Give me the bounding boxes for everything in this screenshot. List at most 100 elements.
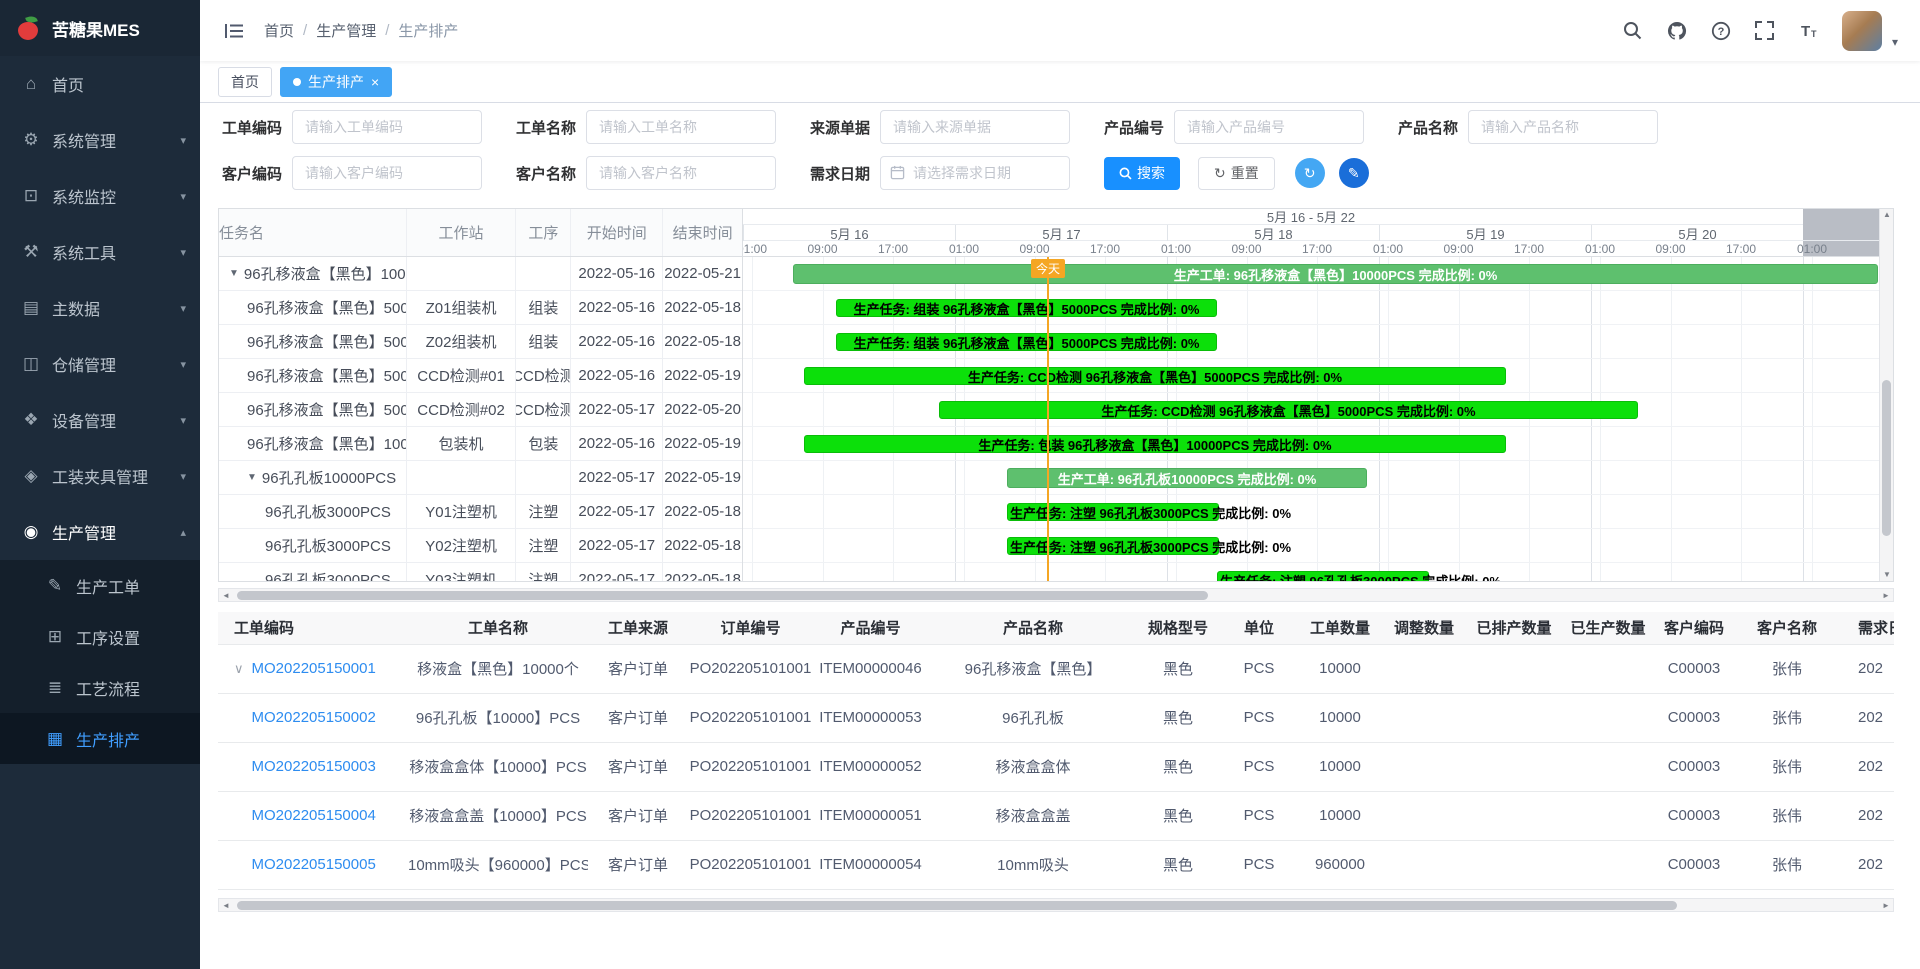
order-cell: PO202205101001 (688, 644, 813, 693)
gantt-bar[interactable]: 生产任务: CCD检测 96孔移液盒【黑色】5000PCS 完成比例: 0% (939, 401, 1638, 419)
gantt-bar[interactable]: 生产任务: CCD检测 96孔移液盒【黑色】5000PCS 完成比例: 0% (804, 367, 1506, 385)
customer-code-input[interactable] (292, 156, 482, 190)
sidebar-item-monitor[interactable]: ⊡系统监控▾ (0, 168, 200, 224)
gantt-bar[interactable]: 生产工单: 96孔移液盒【黑色】10000PCS 完成比例: 0% (793, 264, 1878, 284)
search-button[interactable]: 搜索 (1104, 157, 1180, 190)
sidebar-item-tools[interactable]: ⚒系统工具▾ (0, 224, 200, 280)
gantt-task-row[interactable]: 96孔移液盒【黑色】5000PCSCCD检测#02CCD检测2022-05-17… (219, 393, 742, 427)
order-cell: 张伟 (1732, 644, 1842, 693)
order-cell: 黑色 (1138, 644, 1218, 693)
fullscreen-icon[interactable] (1754, 20, 1776, 42)
github-icon[interactable] (1666, 20, 1688, 42)
order-row[interactable]: ∨MO20220515000296孔孔板【10000】PCS客户订单PO2022… (218, 693, 1894, 742)
scroll-up-icon[interactable]: ▲ (1880, 209, 1893, 221)
sidebar-item-warehouse[interactable]: ◫仓储管理▾ (0, 336, 200, 392)
font-size-icon[interactable]: TT (1798, 20, 1820, 42)
scroll-right-icon[interactable]: ► (1879, 589, 1893, 601)
work-order-name-input[interactable] (586, 110, 776, 144)
gantt-bar[interactable]: 生产工单: 96孔孔板10000PCS 完成比例: 0% (1007, 468, 1367, 488)
scroll-right-icon[interactable]: ► (1879, 899, 1893, 911)
gantt-task-row[interactable]: 96孔移液盒【黑色】5000PCSZ01组装机组装2022-05-162022-… (219, 291, 742, 325)
order-code-link[interactable]: MO202205150003 (252, 758, 376, 775)
orders-col-header: 工单来源 (588, 612, 688, 644)
customer-name-input[interactable] (586, 156, 776, 190)
order-code-link[interactable]: MO202205150002 (252, 709, 376, 726)
gantt-task-row[interactable]: 96孔移液盒【黑色】5000PCSZ02组装机组装2022-05-162022-… (219, 325, 742, 359)
gantt-bar[interactable]: 生产任务: 包装 96孔移液盒【黑色】10000PCS 完成比例: 0% (804, 435, 1506, 453)
sidebar-item-home[interactable]: ⌂首页 (0, 56, 200, 112)
work-order-code-input[interactable] (292, 110, 482, 144)
sidebar-item-fixture[interactable]: ◈工装夹具管理▾ (0, 448, 200, 504)
sidebar-subitem-schedule[interactable]: ▦生产排产 (0, 713, 200, 764)
warehouse-icon: ◫ (20, 354, 42, 374)
demand-date-input[interactable] (880, 156, 1070, 190)
avatar-caret-icon[interactable]: ▾ (1892, 35, 1898, 51)
gantt-bar[interactable]: 生产任务: 组装 96孔移液盒【黑色】5000PCS 完成比例: 0% (836, 299, 1217, 317)
collapse-icon[interactable]: ▼ (247, 472, 257, 483)
filter-row2: 客户编码客户名称需求日期 (222, 156, 1104, 190)
order-code-link[interactable]: MO202205150005 (252, 856, 376, 873)
sidebar-item-produce[interactable]: ◉生产管理▴ (0, 504, 200, 560)
order-row[interactable]: ∨MO20220515000510mm吸头【960000】PCS客户订单PO20… (218, 840, 1894, 889)
product-name-input[interactable] (1468, 110, 1658, 144)
order-row[interactable]: ∨MO202205150003移液盒盒体【10000】PCS客户订单PO2022… (218, 742, 1894, 791)
scrollbar-thumb[interactable] (1882, 380, 1891, 536)
orders-horizontal-scrollbar[interactable]: ◄ ► (218, 898, 1894, 912)
sidebar-subitem-process[interactable]: ⊞工序设置 (0, 611, 200, 662)
source-doc-input[interactable] (880, 110, 1070, 144)
order-cell (1380, 693, 1468, 742)
gantt-bar[interactable]: 生产任务: 注塑 96孔孔板3000PCS 完成比例: 0% (1007, 537, 1219, 555)
tab-close-icon[interactable]: × (371, 75, 379, 89)
breadcrumb-item[interactable]: 生产管理 (316, 20, 376, 41)
tab[interactable]: 生产排产× (280, 67, 392, 97)
help-icon[interactable]: ? (1710, 20, 1732, 42)
gantt-col-header: 工序 (516, 209, 571, 256)
sidebar-item-gear[interactable]: ⚙系统管理▾ (0, 112, 200, 168)
sidebar-toggle-icon[interactable] (222, 19, 246, 43)
sidebar-item-data[interactable]: ▤主数据▾ (0, 280, 200, 336)
sidebar-subitem-order[interactable]: ✎生产工单 (0, 560, 200, 611)
gantt-task-row[interactable]: 96孔孔板3000PCSY03注塑机注塑2022-05-172022-05-18 (219, 563, 742, 581)
gantt-task-row[interactable]: 96孔孔板3000PCSY02注塑机注塑2022-05-172022-05-18 (219, 529, 742, 563)
sidebar-subitem-flow[interactable]: ≣工艺流程 (0, 662, 200, 713)
sidebar-item-label: 设备管理 (52, 408, 116, 432)
gantt-horizontal-scrollbar[interactable]: ◄ ► (218, 588, 1894, 602)
order-code-link[interactable]: MO202205150001 (252, 660, 376, 677)
task-name: 96孔孔板10000PCS (262, 467, 396, 488)
order-cell: PCS (1218, 840, 1300, 889)
tab[interactable]: 首页 (218, 67, 272, 97)
order-row[interactable]: ∨MO202205150004移液盒盒盖【10000】PCS客户订单PO2022… (218, 791, 1894, 840)
scrollbar-thumb[interactable] (237, 901, 1677, 910)
product-code-input[interactable] (1174, 110, 1364, 144)
row-expand-icon[interactable]: ∨ (234, 661, 244, 676)
order-row[interactable]: ∨MO202205150001移液盒【黑色】10000个客户订单PO202205… (218, 644, 1894, 693)
collapse-icon[interactable]: ▼ (229, 268, 239, 279)
task-process: CCD检测 (516, 393, 571, 426)
refresh-circle-button[interactable]: ↻ (1295, 158, 1325, 188)
scroll-down-icon[interactable]: ▼ (1880, 569, 1893, 581)
edit-circle-button[interactable]: ✎ (1339, 158, 1369, 188)
orders-col-header: 规格型号 (1138, 612, 1218, 644)
reset-button[interactable]: ↻ 重置 (1198, 157, 1275, 190)
gantt-bar[interactable]: 生产任务: 注塑 96孔孔板3000PCS 完成比例: 0% (1007, 503, 1219, 521)
order-cell: 10000 (1300, 742, 1380, 791)
orders-col-header: 调整数量 (1380, 612, 1468, 644)
gantt-task-row[interactable]: 96孔移液盒【黑色】5000PCSCCD检测#01CCD检测2022-05-16… (219, 359, 742, 393)
gantt-task-row[interactable]: ▼96孔移液盒【黑色】10000PCS2022-05-162022-05-21 (219, 257, 742, 291)
order-cell: 移液盒盒盖 (928, 791, 1138, 840)
scroll-left-icon[interactable]: ◄ (219, 589, 233, 601)
gantt-task-row[interactable]: 96孔孔板3000PCSY01注塑机注塑2022-05-172022-05-18 (219, 495, 742, 529)
user-avatar[interactable] (1842, 11, 1882, 51)
gantt-bar[interactable]: 生产任务: 注塑 96孔孔板3000PCS 完成比例: 0% (1217, 571, 1429, 581)
gantt-bar[interactable]: 生产任务: 组装 96孔移液盒【黑色】5000PCS 完成比例: 0% (836, 333, 1217, 351)
search-icon[interactable] (1622, 20, 1644, 42)
order-code-link[interactable]: MO202205150004 (252, 807, 376, 824)
gantt-vertical-scrollbar[interactable]: ▲ ▼ (1879, 209, 1893, 581)
gantt-task-row[interactable]: 96孔移液盒【黑色】10000PCS包装机包装2022-05-162022-05… (219, 427, 742, 461)
sidebar-item-device[interactable]: ❖设备管理▾ (0, 392, 200, 448)
scrollbar-thumb[interactable] (237, 591, 1208, 600)
breadcrumb-item[interactable]: 首页 (264, 20, 294, 41)
gantt-task-row[interactable]: ▼96孔孔板10000PCS2022-05-172022-05-19 (219, 461, 742, 495)
scroll-left-icon[interactable]: ◄ (219, 899, 233, 911)
orders-col-header: 工单编码 (218, 612, 408, 644)
